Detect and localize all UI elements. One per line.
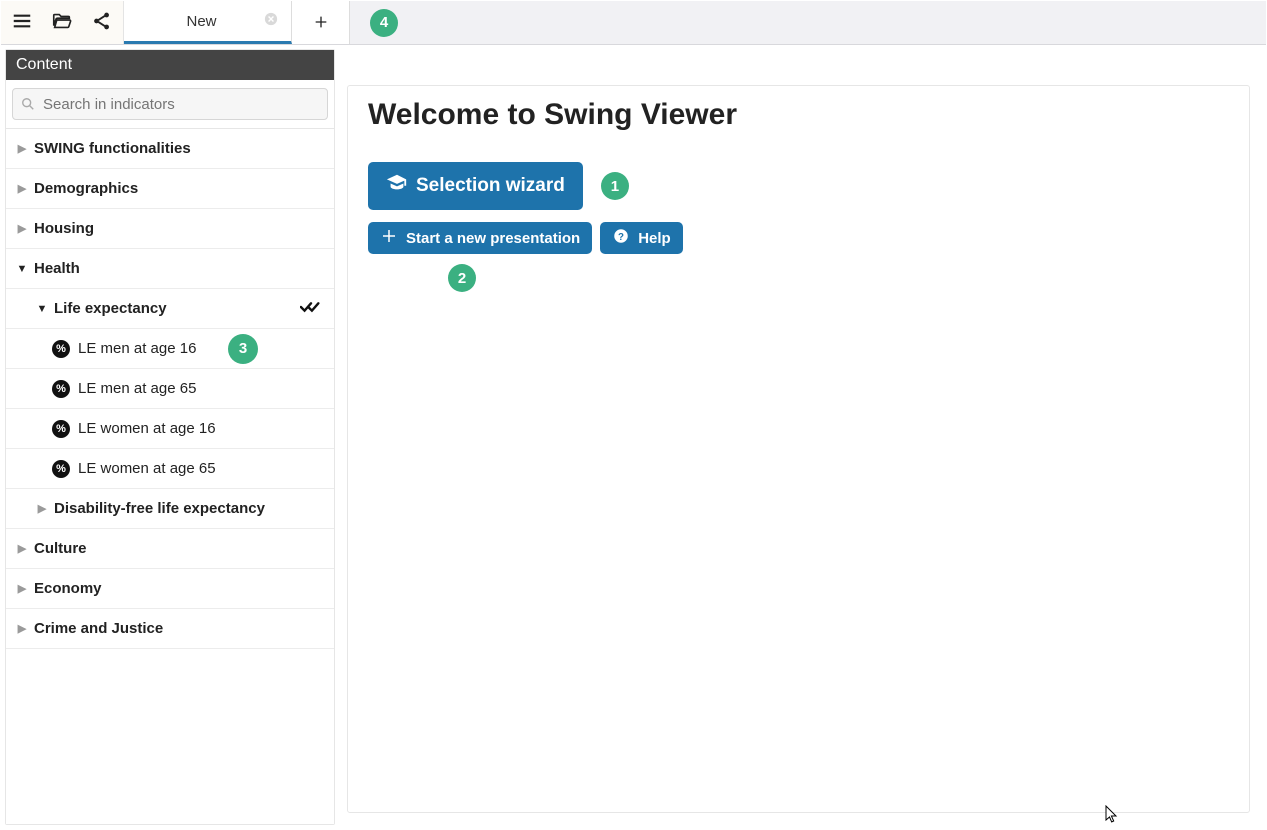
toolbar-left-group xyxy=(1,1,124,44)
hamburger-icon xyxy=(11,10,33,35)
caret-right-icon: ▶ xyxy=(16,582,28,595)
caret-right-icon: ▶ xyxy=(16,622,28,635)
tab-new[interactable]: New xyxy=(124,1,292,44)
svg-text:?: ? xyxy=(618,232,624,243)
tree-node-demographics[interactable]: ▶ Demographics xyxy=(6,169,334,209)
tree-leaf-le-women-16[interactable]: % LE women at age 16 xyxy=(6,409,334,449)
share-button[interactable] xyxy=(89,10,115,36)
top-toolbar: New 4 xyxy=(1,1,1266,45)
menu-button[interactable] xyxy=(9,10,35,36)
caret-right-icon: ▶ xyxy=(16,222,28,235)
percent-icon: % xyxy=(52,340,70,358)
app-root: New 4 Content xyxy=(0,0,1267,830)
percent-icon: % xyxy=(52,380,70,398)
caret-right-icon: ▶ xyxy=(16,542,28,555)
tree-leaf-le-women-65[interactable]: % LE women at age 65 xyxy=(6,449,334,489)
tree-node-life-expectancy[interactable]: ▼ Life expectancy xyxy=(6,289,334,329)
close-icon xyxy=(264,12,278,30)
open-button[interactable] xyxy=(49,10,75,36)
callout-badge-3: 3 xyxy=(228,334,258,364)
folder-open-icon xyxy=(51,10,73,35)
search-input[interactable] xyxy=(41,95,319,114)
caret-down-icon: ▼ xyxy=(36,303,48,315)
main-area: Welcome to Swing Viewer Selection wizard… xyxy=(335,49,1262,825)
tab-label: New xyxy=(186,13,216,30)
welcome-panel: Welcome to Swing Viewer Selection wizard… xyxy=(347,85,1250,813)
sidebar: Content ▶ SWING functionalities ▶ Demogr… xyxy=(5,49,335,825)
sidebar-search xyxy=(6,80,334,129)
callout-2-container: 2 xyxy=(448,264,1229,292)
search-wrapper[interactable] xyxy=(12,88,328,120)
tree-leaf-le-men-65[interactable]: % LE men at age 65 xyxy=(6,369,334,409)
start-presentation-button[interactable]: Start a new presentation xyxy=(368,222,592,254)
callout-badge-2: 2 xyxy=(448,264,476,292)
caret-right-icon: ▶ xyxy=(36,502,48,515)
tree-node-dfle[interactable]: ▶ Disability-free life expectancy xyxy=(6,489,334,529)
page-title: Welcome to Swing Viewer xyxy=(368,98,1229,132)
graduation-cap-icon xyxy=(386,172,408,200)
share-icon xyxy=(91,10,113,35)
tree-node-health[interactable]: ▼ Health xyxy=(6,249,334,289)
selection-wizard-button[interactable]: Selection wizard xyxy=(368,162,583,210)
tree-node-swing-functionalities[interactable]: ▶ SWING functionalities xyxy=(6,129,334,169)
tab-strip: New xyxy=(124,1,350,44)
search-icon xyxy=(21,97,35,111)
caret-down-icon: ▼ xyxy=(16,263,28,275)
help-button[interactable]: ? Help xyxy=(600,222,683,254)
caret-right-icon: ▶ xyxy=(16,142,28,155)
sidebar-title: Content xyxy=(6,50,334,80)
tree-leaf-le-men-16[interactable]: % LE men at age 16 3 xyxy=(6,329,334,369)
body-split: Content ▶ SWING functionalities ▶ Demogr… xyxy=(1,45,1266,829)
tree-node-crime-justice[interactable]: ▶ Crime and Justice xyxy=(6,609,334,649)
primary-actions-row: Selection wizard 1 xyxy=(368,162,1229,210)
callout-badge-1: 1 xyxy=(601,172,629,200)
new-tab-button[interactable] xyxy=(292,1,350,44)
callout-badge-4: 4 xyxy=(370,9,398,37)
plus-icon xyxy=(313,10,329,36)
tree-node-culture[interactable]: ▶ Culture xyxy=(6,529,334,569)
indicator-tree: ▶ SWING functionalities ▶ Demographics ▶… xyxy=(6,129,334,824)
caret-right-icon: ▶ xyxy=(16,182,28,195)
tab-close-button[interactable] xyxy=(263,13,279,29)
plus-icon xyxy=(380,227,398,249)
tree-node-economy[interactable]: ▶ Economy xyxy=(6,569,334,609)
tree-node-housing[interactable]: ▶ Housing xyxy=(6,209,334,249)
secondary-actions-row: Start a new presentation ? Help xyxy=(368,222,1229,254)
percent-icon: % xyxy=(52,420,70,438)
percent-icon: % xyxy=(52,460,70,478)
double-check-icon xyxy=(300,300,322,318)
question-circle-icon: ? xyxy=(612,227,630,249)
